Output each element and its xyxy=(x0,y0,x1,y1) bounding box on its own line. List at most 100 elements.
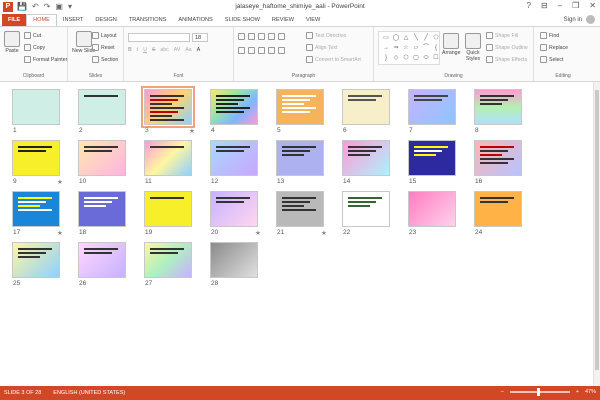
slide-preview[interactable] xyxy=(474,140,522,176)
slide-thumbnail-10[interactable]: 10 xyxy=(78,140,126,185)
align-right-icon[interactable] xyxy=(258,47,265,54)
slide-preview[interactable] xyxy=(210,140,258,176)
font-color-button[interactable]: A xyxy=(197,47,200,53)
slide-preview[interactable] xyxy=(141,86,195,128)
ribbon-display-options-icon[interactable]: ⊟ xyxy=(541,1,548,10)
align-left-icon[interactable] xyxy=(238,47,245,54)
align-text-button[interactable]: Align Text xyxy=(306,44,337,51)
minimize-icon[interactable]: – xyxy=(558,1,562,10)
help-icon[interactable]: ? xyxy=(527,1,531,10)
arrange-button[interactable]: Arrange xyxy=(442,33,460,56)
slide-thumbnail-5[interactable]: 5 xyxy=(276,89,324,134)
shape-effects-button[interactable]: Shape Effects xyxy=(486,56,527,63)
tab-insert[interactable]: INSERT xyxy=(57,14,89,26)
shape-option[interactable]: ☐ xyxy=(431,54,441,62)
slide-thumbnail-21[interactable]: 21 ★ xyxy=(276,191,327,237)
language-indicator[interactable]: ENGLISH (UNITED STATES) xyxy=(53,390,125,396)
slide-preview[interactable] xyxy=(210,89,258,125)
slide-thumbnail-26[interactable]: 26 xyxy=(78,242,126,287)
zoom-in-button[interactable]: + xyxy=(576,389,579,395)
slide-preview[interactable] xyxy=(78,242,126,278)
paste-button[interactable]: Paste xyxy=(4,31,20,54)
justify-icon[interactable] xyxy=(268,47,275,54)
zoom-out-button[interactable]: – xyxy=(501,389,504,395)
slide-thumbnail-20[interactable]: 20 ★ xyxy=(210,191,261,237)
vertical-scrollbar[interactable] xyxy=(593,82,600,386)
font-size-box[interactable]: 18 xyxy=(192,33,208,42)
tab-file[interactable]: FILE xyxy=(2,14,27,26)
tab-animations[interactable]: ANIMATIONS xyxy=(172,14,218,26)
slide-preview[interactable] xyxy=(474,191,522,227)
align-center-icon[interactable] xyxy=(248,47,255,54)
line-spacing-icon[interactable] xyxy=(278,33,285,40)
strikethrough-button[interactable]: S xyxy=(152,47,155,53)
slide-preview[interactable] xyxy=(408,191,456,227)
cut-button[interactable]: Cut xyxy=(24,32,41,39)
slide-preview[interactable] xyxy=(276,191,324,227)
slide-preview[interactable] xyxy=(78,191,126,227)
slide-preview[interactable] xyxy=(144,140,192,176)
select-button[interactable]: Select xyxy=(540,56,563,63)
layout-button[interactable]: Layout xyxy=(92,32,117,39)
tab-review[interactable]: REVIEW xyxy=(266,14,300,26)
zoom-slider[interactable] xyxy=(509,388,570,396)
animation-star-icon[interactable]: ★ xyxy=(255,229,261,237)
quick-styles-button[interactable]: Quick Styles xyxy=(462,33,484,62)
shape-option[interactable]: ▱ xyxy=(411,44,421,52)
sign-in-area[interactable]: Sign in xyxy=(564,15,595,24)
animation-star-icon[interactable]: ★ xyxy=(57,229,63,237)
slide-thumbnail-23[interactable]: 23 xyxy=(408,191,456,236)
slide-thumbnail-1[interactable]: 1 xyxy=(12,89,60,134)
slide-thumbnail-19[interactable]: 19 xyxy=(144,191,192,236)
shape-option[interactable]: ⬠ xyxy=(431,34,441,42)
copy-button[interactable]: Copy xyxy=(24,44,45,51)
shape-option[interactable]: ⬭ xyxy=(421,54,431,62)
shape-option[interactable]: → xyxy=(381,44,391,52)
convert-smartart-button[interactable]: Convert to SmartArt xyxy=(306,56,361,63)
shape-fill-button[interactable]: Shape Fill xyxy=(486,32,518,39)
replace-button[interactable]: Replace xyxy=(540,44,568,51)
animation-star-icon[interactable]: ★ xyxy=(57,178,63,186)
shape-option[interactable]: } xyxy=(381,54,391,62)
slide-preview[interactable] xyxy=(408,140,456,176)
shape-option[interactable]: ╱ xyxy=(421,34,431,42)
sign-in-link[interactable]: Sign in xyxy=(564,17,582,23)
columns-icon[interactable] xyxy=(278,47,285,54)
slide-preview[interactable] xyxy=(408,89,456,125)
slide-preview[interactable] xyxy=(276,89,324,125)
restore-icon[interactable]: ❐ xyxy=(572,1,579,10)
shape-option[interactable]: ◯ xyxy=(391,34,401,42)
slide-preview[interactable] xyxy=(342,140,390,176)
slide-thumbnail-2[interactable]: 2 xyxy=(78,89,126,134)
slide-thumbnail-13[interactable]: 13 xyxy=(276,140,324,185)
slide-thumbnail-15[interactable]: 15 xyxy=(408,140,456,185)
slide-sorter-view[interactable]: 1 2 3 ★ 4 5 6 7 8 9 ★ 10 11 12 13 14 15 16 17 ★ 18 19 20 ★ 21 ★ 22… xyxy=(0,82,600,386)
bullets-icon[interactable] xyxy=(238,33,245,40)
shape-option[interactable]: ╲ xyxy=(411,34,421,42)
slide-preview[interactable] xyxy=(12,191,60,227)
find-button[interactable]: Find xyxy=(540,32,559,39)
italic-button[interactable]: I xyxy=(137,47,138,53)
slide-preview[interactable] xyxy=(12,242,60,278)
slide-preview[interactable] xyxy=(12,89,60,125)
avatar[interactable] xyxy=(586,15,595,24)
reset-button[interactable]: Reset xyxy=(92,44,115,51)
slide-thumbnail-9[interactable]: 9 ★ xyxy=(12,140,63,186)
zoom-slider-knob[interactable] xyxy=(536,388,540,396)
shadow-button[interactable]: abc xyxy=(160,47,168,53)
shape-option[interactable]: { xyxy=(431,44,441,52)
slide-preview[interactable] xyxy=(78,89,126,125)
underline-button[interactable]: U xyxy=(143,47,147,53)
section-button[interactable]: Section xyxy=(92,56,118,63)
shape-option[interactable]: ⇒ xyxy=(391,44,401,52)
slide-preview[interactable] xyxy=(342,89,390,125)
slide-preview[interactable] xyxy=(210,191,258,227)
shape-option[interactable]: ☆ xyxy=(401,44,411,52)
tab-transitions[interactable]: TRANSITIONS xyxy=(123,14,173,26)
slide-thumbnail-6[interactable]: 6 xyxy=(342,89,390,134)
scrollbar-thumb[interactable] xyxy=(595,90,599,370)
shape-option[interactable]: ▭ xyxy=(381,34,391,42)
tab-home[interactable]: HOME xyxy=(26,14,57,26)
slide-thumbnail-24[interactable]: 24 xyxy=(474,191,522,236)
tab-view[interactable]: VIEW xyxy=(300,14,326,26)
